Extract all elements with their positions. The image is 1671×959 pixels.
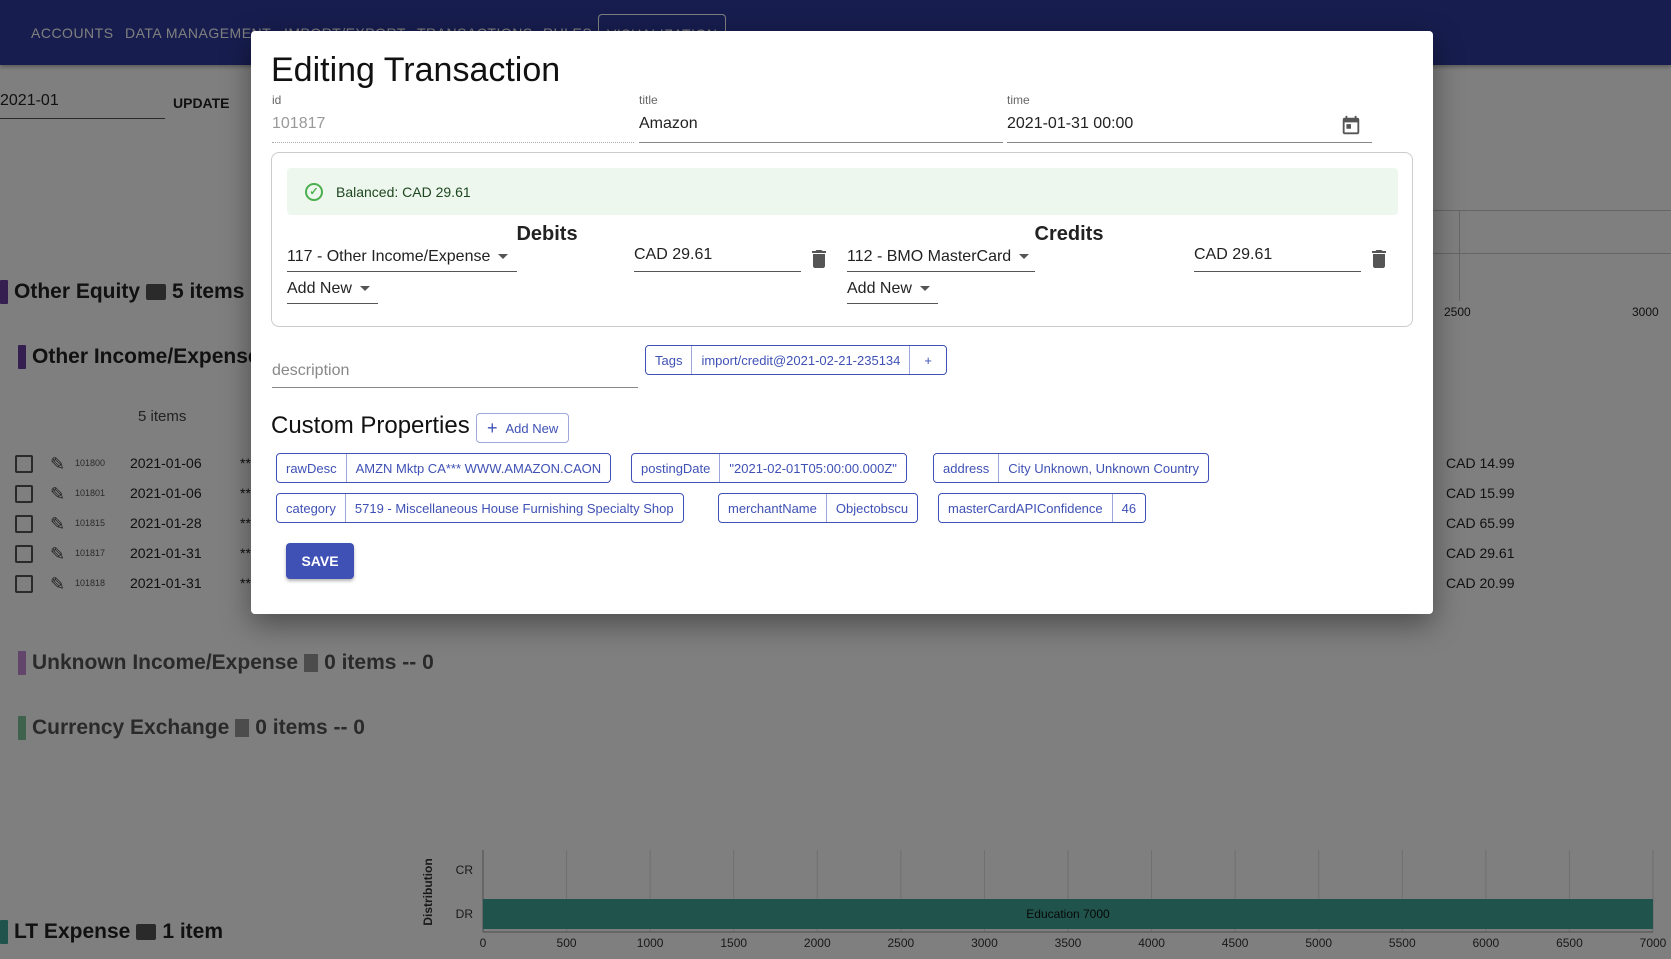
property-key: masterCardAPIConfidence [939,494,1113,522]
balanced-alert: ✓ Balanced: CAD 29.61 [287,168,1398,215]
property-rawdesc[interactable]: rawDesc AMZN Mktp CA*** WWW.AMAZON.CAON [276,453,612,483]
add-new-value: Add New [847,279,912,297]
check-circle-icon: ✓ [305,182,323,201]
caret-down-icon [919,286,930,291]
property-key: category [277,494,346,522]
property-mastercard-confidence[interactable]: masterCardAPIConfidence 46 [938,493,1147,523]
balanced-text: Balanced: CAD 29.61 [336,183,471,200]
caret-down-icon [1019,254,1030,259]
tag-chip[interactable]: import/credit@2021-02-21-235134 [692,346,911,374]
credit-account-value: 112 - BMO MasterCard [847,247,1012,265]
property-value: 5719 - Miscellaneous House Furnishing Sp… [354,500,674,516]
property-value: Objectobscu [835,500,909,516]
property-value: City Unknown, Unknown Country [1008,460,1199,476]
trash-icon[interactable] [1372,250,1386,268]
time-field[interactable]: time 2021-01-31 00:00 [1007,93,1372,143]
property-address[interactable]: address City Unknown, Unknown Country [933,453,1209,483]
credit-add-new-select[interactable]: Add New [847,274,938,304]
debit-add-new-select[interactable]: Add New [287,274,378,304]
property-value: 46 [1121,500,1137,516]
credit-account-select[interactable]: 112 - BMO MasterCard [847,242,1035,272]
title-input[interactable]: Amazon [639,107,1003,143]
custom-properties-heading: Custom Properties [271,412,470,439]
id-label: id [272,93,282,107]
id-value: 101817 [272,107,634,143]
time-label: time [1007,93,1030,107]
caret-down-icon [498,254,509,259]
tags-group: Tags import/credit@2021-02-21-235134 + [645,345,947,375]
credit-amount-input[interactable]: CAD 29.61 [1194,242,1361,272]
property-key: merchantName [719,494,827,522]
id-field: id 101817 [272,93,634,143]
property-key: rawDesc [277,454,347,482]
property-key: postingDate [632,454,721,482]
dialog-title: Editing Transaction [271,51,561,89]
debit-account-select[interactable]: 117 - Other Income/Expense [287,242,517,272]
add-new-value: Add New [287,279,352,297]
trash-icon[interactable] [812,250,826,268]
property-postingdate[interactable]: postingDate "2021-02-01T05:00:00.000Z" [631,453,907,483]
debit-amount-input[interactable]: CAD 29.61 [634,242,801,272]
property-value: "2021-02-01T05:00:00.000Z" [729,460,897,476]
description-input[interactable]: description [272,354,638,388]
add-tag-button[interactable]: + [910,346,946,374]
save-button[interactable]: SAVE [286,543,354,579]
tags-label: Tags [646,346,693,374]
time-input[interactable]: 2021-01-31 00:00 [1007,107,1372,143]
add-property-label: Add New [505,420,559,436]
property-category[interactable]: category 5719 - Miscellaneous House Furni… [276,493,684,523]
property-value: AMZN Mktp CA*** WWW.AMAZON.CAON [355,460,602,476]
entries-box: ✓ Balanced: CAD 29.61 Debits Credits 117… [271,152,1413,327]
title-field[interactable]: title Amazon [639,93,1003,143]
caret-down-icon [359,286,370,291]
add-property-button[interactable]: + Add New [476,413,570,443]
edit-transaction-dialog: Editing Transaction id 101817 title Amaz… [251,31,1433,614]
debit-account-value: 117 - Other Income/Expense [287,247,491,265]
plus-icon: + [487,417,498,438]
property-key: address [934,454,1000,482]
title-label: title [639,93,658,107]
calendar-icon[interactable] [1340,115,1362,137]
property-merchantname[interactable]: merchantName Objectobscu [718,493,919,523]
